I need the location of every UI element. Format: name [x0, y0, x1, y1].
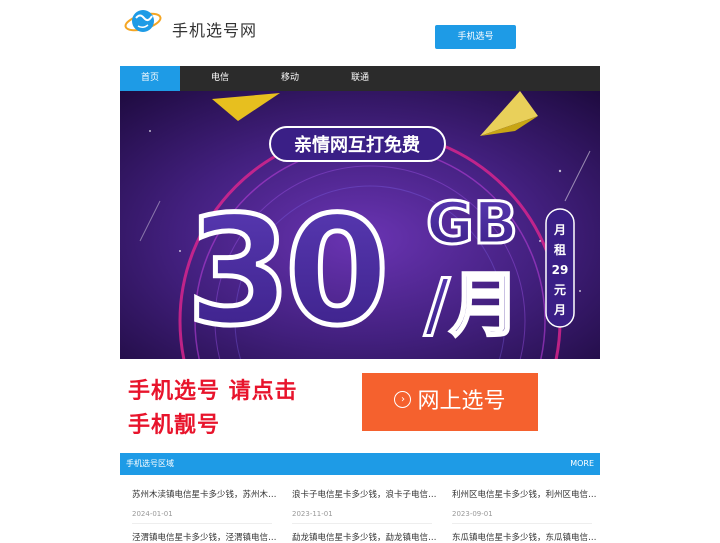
banner-big-number: 30 — [187, 185, 384, 359]
banner-graphic: 亲情网互打免费 30 GB /月 月 租 29 元 月 — [120, 91, 600, 359]
divider — [132, 523, 272, 524]
list-item-title[interactable]: 东瓜镇电信星卡多少钱，东瓜镇电信星卡 — [452, 531, 597, 543]
nav-item-mobile[interactable]: 移动 — [260, 66, 320, 91]
site-header: 手机选号网 手机选号 — [0, 0, 720, 66]
promo-strip: 手机选号 请点击 手机靓号 › 网上选号 — [120, 359, 600, 445]
nav-item-home[interactable]: 首页 — [120, 66, 180, 91]
banner-side-char: 29 — [552, 263, 569, 277]
main-nav: 首页 电信 移动 联通 — [120, 66, 600, 91]
list-item-date: 2023-09-01 — [452, 510, 493, 518]
list-item[interactable]: 浪卡子电信星卡多少钱，浪卡子电信星卡 2023-11-01 — [292, 488, 437, 524]
list-item-title[interactable]: 泾渭镇电信星卡多少钱，泾渭镇电信星卡 — [132, 531, 277, 543]
banner-side-char: 元 — [554, 283, 566, 297]
list-item-title[interactable]: 浪卡子电信星卡多少钱，浪卡子电信星卡 — [292, 488, 437, 500]
list-item-title[interactable]: 勐龙镇电信星卡多少钱，勐龙镇电信星卡 — [292, 531, 437, 543]
list-item-date: 2023-11-01 — [292, 510, 333, 518]
list-item-date: 2024-01-01 — [132, 510, 173, 518]
more-link[interactable]: MORE — [570, 453, 594, 475]
banner-side-char: 月 — [553, 303, 566, 317]
divider — [452, 523, 592, 524]
list-item[interactable]: 泾渭镇电信星卡多少钱，泾渭镇电信星卡 — [132, 531, 277, 543]
list-item[interactable]: 东瓜镇电信星卡多少钱，东瓜镇电信星卡 — [452, 531, 597, 543]
banner-unit-gb: GB — [426, 189, 518, 257]
promo-line-2: 手机靓号 — [128, 413, 221, 438]
nav-item-telecom[interactable]: 电信 — [190, 66, 250, 91]
promo-banner[interactable]: 亲情网互打免费 30 GB /月 月 租 29 元 月 — [120, 91, 600, 359]
section-title: 手机选号区域 — [126, 459, 174, 468]
online-select-button[interactable]: › 网上选号 — [362, 373, 538, 431]
list-item[interactable]: 利州区电信星卡多少钱，利州区电信星卡 2023-09-01 — [452, 488, 597, 524]
banner-unit-month: /月 — [424, 264, 520, 346]
chevron-right-icon: › — [394, 390, 412, 408]
list-item[interactable]: 勐龙镇电信星卡多少钱，勐龙镇电信星卡 — [292, 531, 437, 543]
banner-side-char: 月 — [553, 223, 566, 237]
list-item-title[interactable]: 苏州木渎镇电信星卡多少钱，苏州木渎镇电信星卡 — [132, 488, 277, 500]
nav-item-unicom[interactable]: 联通 — [330, 66, 390, 91]
phone-select-button[interactable]: 手机选号 — [435, 25, 516, 49]
globe-logo-icon[interactable] — [124, 6, 162, 38]
list-item[interactable]: 苏州木渎镇电信星卡多少钱，苏州木渎镇电信星卡 2024-01-01 — [132, 488, 277, 524]
promo-line-1: 手机选号 请点击 — [128, 379, 298, 404]
list-item-title[interactable]: 利州区电信星卡多少钱，利州区电信星卡 — [452, 488, 597, 500]
divider — [292, 523, 432, 524]
section-header: 手机选号区域 MORE — [120, 453, 600, 475]
site-name[interactable]: 手机选号网 — [172, 17, 257, 41]
banner-pill-text: 亲情网互打免费 — [294, 134, 420, 156]
banner-side-char: 租 — [554, 243, 566, 257]
number-section: 手机选号区域 MORE 苏州木渎镇电信星卡多少钱，苏州木渎镇电信星卡 2024-… — [120, 453, 600, 543]
online-select-label: 网上选号 — [417, 389, 506, 414]
